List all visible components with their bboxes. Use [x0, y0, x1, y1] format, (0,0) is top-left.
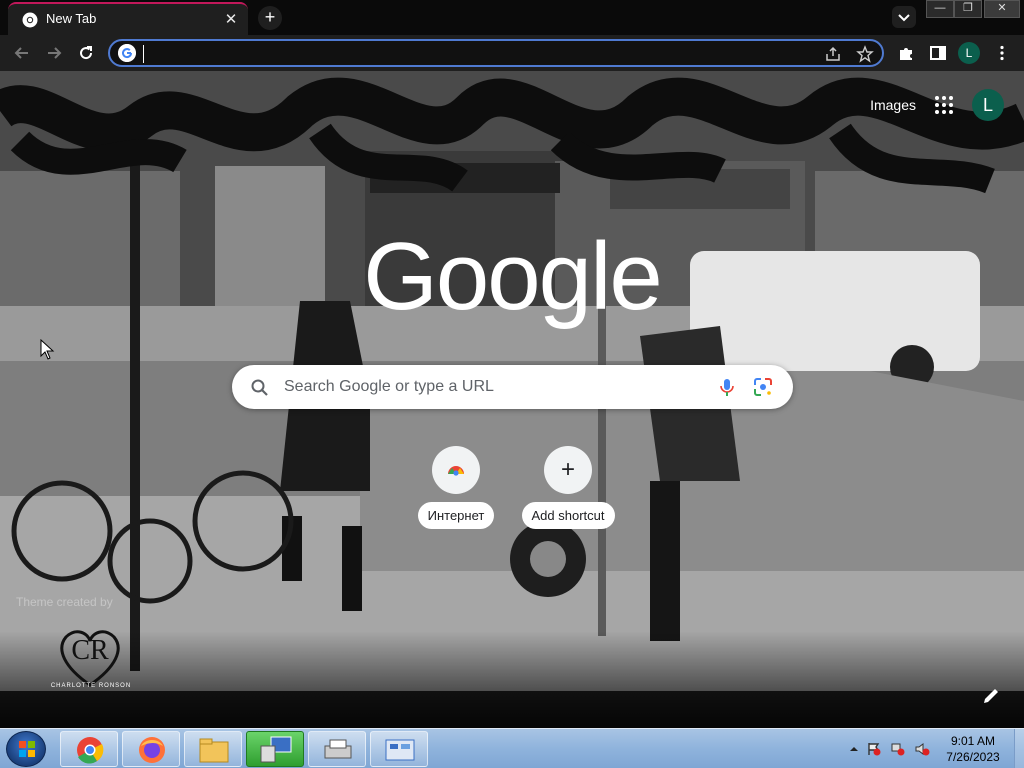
chrome-favicon-icon [22, 12, 38, 28]
show-hidden-icons-icon[interactable] [846, 741, 862, 757]
printer-icon [324, 739, 352, 759]
taskbar-control-panel[interactable] [370, 731, 428, 767]
tab-title: New Tab [46, 11, 97, 26]
windows-taskbar: 9:01 AM 7/26/2023 [0, 728, 1024, 768]
taskbar-explorer[interactable] [184, 731, 242, 767]
new-tab-button[interactable]: + [258, 6, 282, 30]
new-tab-page: Images L Google Search Google or type a … [0, 71, 1024, 728]
taskbar-firefox[interactable] [122, 731, 180, 767]
volume-muted-icon[interactable] [914, 741, 930, 757]
menu-button[interactable] [988, 39, 1016, 67]
clock-date: 7/26/2023 [946, 750, 1000, 764]
clock-time: 9:01 AM [950, 734, 996, 748]
bookmark-star-icon[interactable] [856, 45, 874, 63]
tab-new-tab[interactable]: New Tab ✕ [8, 2, 248, 35]
search-placeholder: Search Google or type a URL [284, 378, 494, 395]
text-caret [143, 45, 144, 63]
chrome-shortcut-icon [448, 466, 464, 476]
browser-toolbar: L [0, 35, 1024, 71]
google-apps-icon[interactable] [932, 93, 956, 117]
kebab-menu-icon [1000, 45, 1004, 61]
microphone-icon[interactable] [716, 376, 738, 398]
shortcut-internet[interactable]: Интернет [404, 446, 508, 529]
control-panel-icon [385, 739, 415, 761]
puzzle-icon [900, 48, 912, 60]
arrow-left-icon [14, 47, 28, 59]
network-disconnected-icon[interactable] [890, 741, 906, 757]
share-icon[interactable] [824, 45, 842, 63]
arrow-right-icon [48, 47, 62, 59]
show-desktop-button[interactable] [1014, 729, 1024, 768]
network-tool-icon [260, 736, 292, 763]
forward-button[interactable] [40, 39, 68, 67]
omnibox[interactable] [108, 39, 884, 67]
side-panel-icon [930, 46, 946, 60]
file-explorer-icon [199, 738, 229, 763]
extensions-button[interactable] [892, 39, 920, 67]
taskbar-chrome[interactable] [60, 731, 118, 767]
close-window-button[interactable]: ✕ [984, 0, 1020, 18]
images-link[interactable]: Images [870, 97, 916, 113]
shortcut-icon-circle: + [544, 446, 592, 494]
side-panel-button[interactable] [924, 39, 952, 67]
title-bar: New Tab ✕ + — ❐ ✕ [0, 0, 1024, 35]
shortcut-label: Add shortcut [521, 502, 615, 529]
start-button[interactable] [6, 731, 46, 767]
brand-name: CHARLOTTE RONSON [50, 683, 132, 689]
firefox-icon [139, 737, 165, 763]
chrome-icon [77, 737, 104, 764]
add-shortcut-button[interactable]: + Add shortcut [516, 446, 620, 529]
search-box[interactable]: Search Google or type a URL [232, 365, 793, 409]
customize-pencil-icon[interactable] [980, 685, 1002, 707]
mouse-cursor-icon [40, 339, 55, 360]
ntp-header-links: Images L [870, 89, 1004, 121]
brand-mark-text: CR [71, 635, 109, 666]
tab-close-icon[interactable]: ✕ [222, 11, 240, 29]
search-icon [251, 379, 268, 396]
restore-button[interactable]: ❐ [954, 0, 982, 18]
taskbar-network-tool[interactable] [246, 731, 304, 767]
tab-search-button[interactable] [892, 6, 916, 28]
address-input[interactable] [142, 44, 802, 64]
reload-icon [80, 46, 93, 60]
google-logo: Google [363, 223, 663, 330]
theme-credit[interactable]: Theme created by [16, 595, 113, 609]
taskbar-printer[interactable] [308, 731, 366, 767]
action-center-flag-icon[interactable] [866, 741, 882, 757]
shortcut-label: Интернет [417, 502, 495, 529]
chevron-down-icon [898, 14, 910, 22]
shortcut-icon-circle [432, 446, 480, 494]
reload-button[interactable] [72, 39, 100, 67]
back-button[interactable] [8, 39, 36, 67]
windows-logo-icon [19, 741, 35, 757]
plus-icon: + [560, 456, 575, 483]
google-lens-icon[interactable] [752, 376, 774, 398]
google-g-icon [118, 44, 136, 62]
profile-button[interactable]: L [958, 42, 980, 64]
minimize-button[interactable]: — [926, 0, 954, 18]
taskbar-clock[interactable]: 9:01 AM 7/26/2023 [936, 733, 1010, 765]
account-avatar[interactable]: L [972, 89, 1004, 121]
